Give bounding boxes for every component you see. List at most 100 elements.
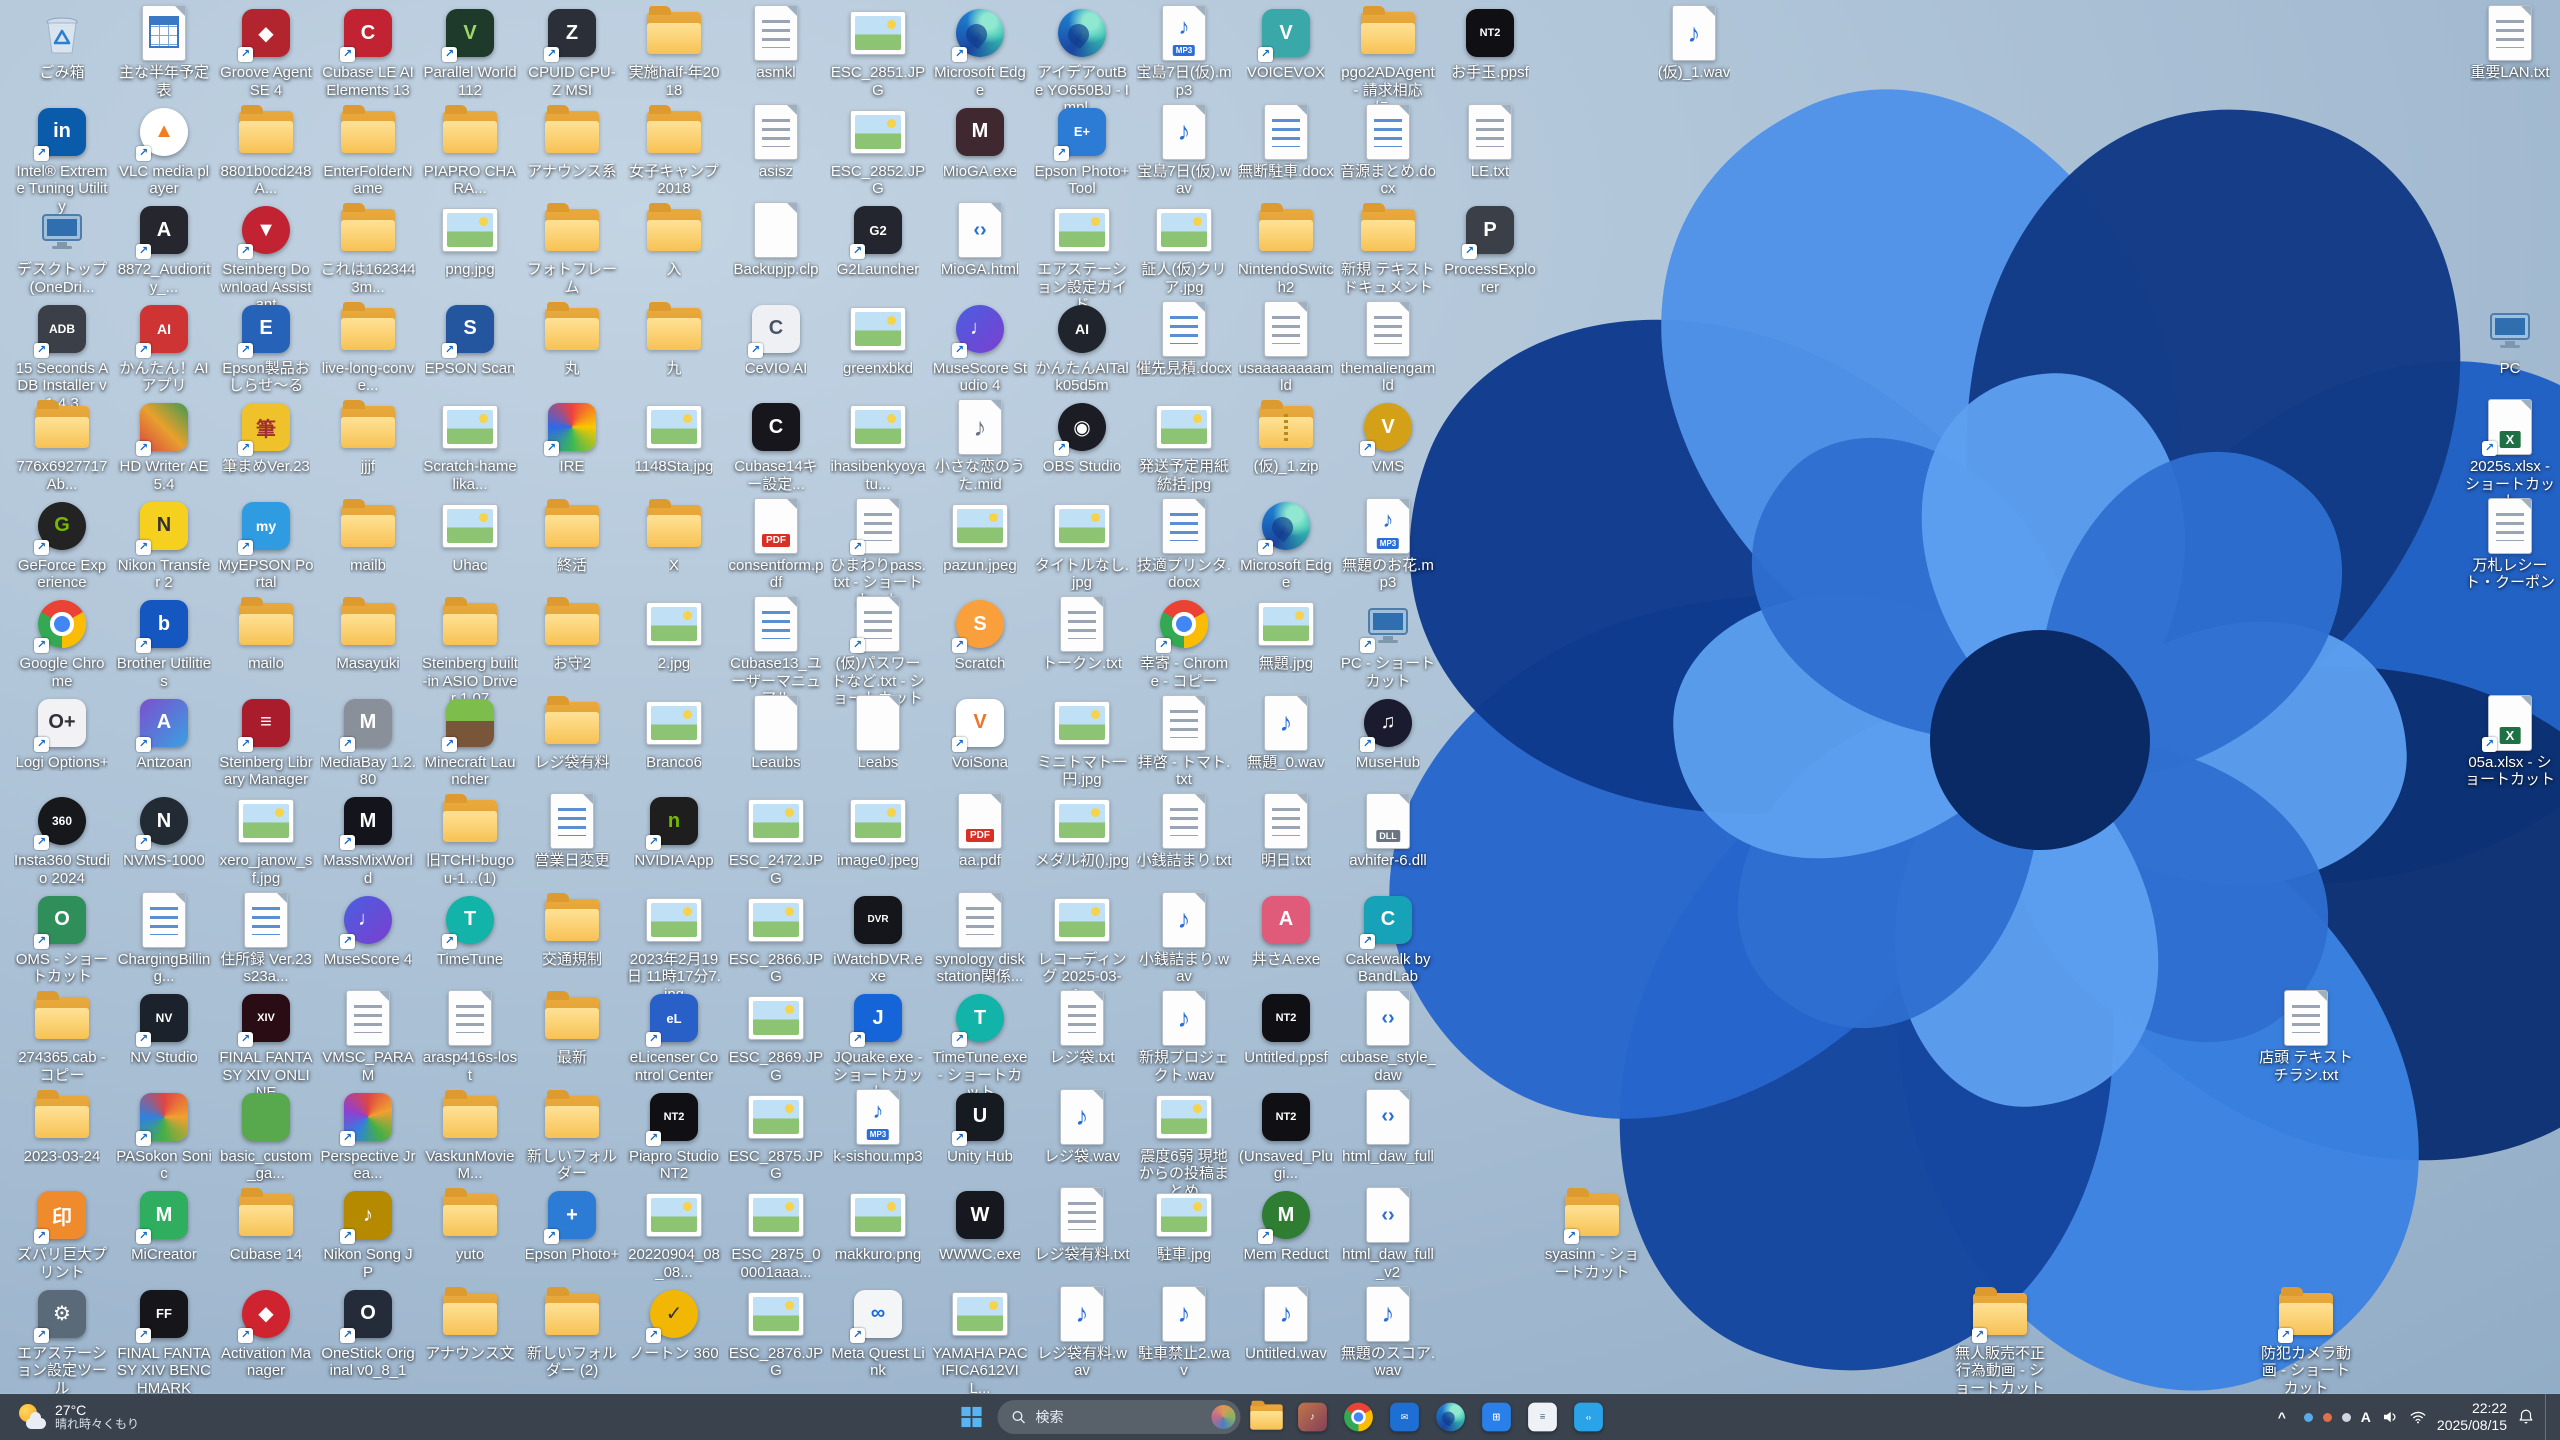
desktop-icon[interactable]: Leabs [830,694,926,772]
desktop-icon[interactable]: トークン.txt [1034,595,1130,673]
desktop-icon[interactable]: b ↗ Brother Utilities [116,595,212,690]
desktop-icon[interactable]: N ↗ NVMS-1000 [116,792,212,870]
desktop-icon[interactable]: 筆 ↗ 筆まめVer.23 [218,398,314,476]
desktop-icon[interactable]: ESC_2866.JPG [728,891,824,986]
desktop-icon[interactable]: consentform.pdf [728,497,824,592]
desktop-icon[interactable]: 万札レシート・クーポン [2462,497,2558,592]
notifications-button[interactable] [2517,1408,2535,1426]
desktop-icon[interactable]: ◆ ↗ Groove Agent SE 4 [218,4,314,99]
desktop-icon[interactable]: 新しいフォルダー [524,1088,620,1183]
desktop-icon[interactable]: お守2 [524,595,620,673]
desktop-icon[interactable]: ChargingBilling... [116,891,212,986]
desktop-icon[interactable]: W WWWC.exe [932,1186,1028,1264]
desktop-icon[interactable]: asmkl [728,4,824,82]
desktop-icon[interactable]: png.jpg [422,201,518,279]
desktop-icon[interactable]: ▼↗Steinberg Download Assistant [218,201,314,314]
desktop-icon[interactable]: 無題.jpg [1238,595,1334,673]
taskbar-app-file-explorer[interactable] [1247,1397,1287,1437]
desktop-icon[interactable]: VMSC_PARAM [320,989,416,1084]
desktop-icon[interactable]: Steinberg built-in ASIO Driver 1.07 [422,595,518,708]
desktop-icon[interactable]: ♫ ↗ MuseHub [1340,694,1436,772]
desktop-icon[interactable]: ≡ ↗ Steinberg Library Manager [218,694,314,789]
desktop-icon[interactable]: AI ↗ かんたん！AIアプリ [116,300,212,395]
desktop-icon[interactable]: ↗2025s.xlsx - ショートカット [2462,398,2558,511]
desktop-icon[interactable]: 8801b0cd248A... [218,103,314,198]
desktop-icon[interactable]: 技適プリンタ.docx [1136,497,1232,592]
taskbar-app-vscode[interactable]: ‹› [1569,1397,1609,1437]
show-desktop-button[interactable] [2545,1394,2552,1440]
tray-volume[interactable] [2381,1408,2399,1426]
desktop-icon[interactable]: LE.txt [1442,103,1538,181]
desktop-icon[interactable]: ♩ ↗ MuseScore Studio 4 [932,300,1028,395]
desktop-icon[interactable]: 終活 [524,497,620,575]
desktop-icon[interactable]: NV ↗ NV Studio [116,989,212,1067]
desktop-icon[interactable]: my ↗ MyEPSON Portal [218,497,314,592]
desktop-icon[interactable]: E ↗ Epson製品おしらせ〜る [218,300,314,395]
desktop-icon[interactable]: 小銭詰まり.wav [1136,891,1232,986]
desktop-icon[interactable]: Untitled.wav [1238,1285,1334,1363]
desktop-icon[interactable]: アナウンス文 [422,1285,518,1363]
desktop-icon[interactable]: ADB ↗ 15 Seconds ADB Installer v1.4.3 [14,300,110,413]
desktop-icon[interactable]: V ↗ VOICEVOX [1238,4,1334,82]
desktop-icon[interactable]: レジ袋有料.txt [1034,1186,1130,1264]
desktop-icon[interactable]: 2023年2月19日 11時17分7.jpg [626,891,722,1004]
desktop-icon[interactable]: N ↗ Nikon Transfer 2 [116,497,212,592]
desktop-icon[interactable]: ▲ ↗ VLC media player [116,103,212,198]
desktop-icon[interactable]: 無題_0.wav [1238,694,1334,772]
desktop-icon[interactable]: ↗ Google Chrome [14,595,110,690]
desktop-icon[interactable]: MP3k-sishou.mp3 [830,1088,926,1166]
desktop-icon[interactable]: 店頭 テキスト チラシ.txt [2258,989,2354,1084]
desktop-icon[interactable]: ihasibenkyoyatu... [830,398,926,493]
desktop-icon[interactable]: 最新 [524,989,620,1067]
desktop-icon[interactable]: ↗ひまわりpass.txt - ショートカット [830,497,926,610]
desktop-icon[interactable]: これは1623443m... [320,201,416,296]
hidden-icons-button[interactable]: ^ [2270,1397,2294,1437]
desktop-icon[interactable]: ESC_2472.JPG [728,792,824,887]
desktop-icon[interactable]: NT2 Untitled.ppsf [1238,989,1334,1067]
desktop-icon[interactable]: greenxbkd [830,300,926,378]
desktop-icon[interactable]: asisz [728,103,824,181]
desktop-icon[interactable]: 印 ↗ ズバリ巨大プリント [14,1186,110,1281]
desktop-icon[interactable]: 九 [626,300,722,378]
desktop-icon[interactable]: O ↗ OMS - ショートカット [14,891,110,986]
desktop-icon[interactable]: A ↗ 8872_Audiority_... [116,201,212,296]
tray-tray-app-blue[interactable] [2303,1412,2313,1422]
tray-tray-app-gray[interactable] [2341,1412,2351,1422]
desktop-icon[interactable]: 新規プロジェクト.wav [1136,989,1232,1084]
desktop-icon[interactable]: html_daw_full [1340,1088,1436,1166]
desktop-icon[interactable]: (仮)_1.zip [1238,398,1334,476]
desktop-icon[interactable]: 主な半年予定表 [116,4,212,99]
desktop-icon[interactable]: MP3宝島7日(仮).mp3 [1136,4,1232,99]
desktop-icon[interactable]: 催先見積.docx [1136,300,1232,378]
desktop-icon[interactable]: C ↗ Cubase LE AI Elements 13 [320,4,416,99]
desktop-icon[interactable]: Z ↗ CPUID CPU-Z MSI [524,4,620,99]
desktop-icon[interactable]: 20220904_08_08... [626,1186,722,1281]
desktop-icon[interactable]: ESC_2876.JPG [728,1285,824,1380]
desktop-icon[interactable]: NT2 ↗ Piapro Studio NT2 [626,1088,722,1183]
desktop-icon[interactable]: PIAPRO CHARA... [422,103,518,198]
desktop-icon[interactable]: 宝島7日(仮).wav [1136,103,1232,198]
desktop-icon[interactable]: Cubase13_ユーザーマニュアル [728,595,824,708]
desktop-icon[interactable]: 小銭詰まり.txt [1136,792,1232,870]
desktop-icon[interactable]: 女子キャンプ2018 [626,103,722,198]
desktop-icon[interactable]: in ↗ Intel® Extreme Tuning Utility [14,103,110,216]
desktop-icon[interactable]: eL ↗ eLicenser Control Center [626,989,722,1084]
desktop-icon[interactable]: ♪ ↗ Nikon Song JP [320,1186,416,1281]
desktop-icon[interactable]: 震度6弱 現地からの投稿まとめ [1136,1088,1232,1201]
desktop-icon[interactable]: 発送予定用紙統括.jpg [1136,398,1232,493]
desktop-icon[interactable]: ↗ Microsoft Edge [1238,497,1334,592]
desktop-icon[interactable]: ↗ HD Writer AE 5.4 [116,398,212,493]
desktop-icon[interactable]: ESC_2875.JPG [728,1088,824,1183]
desktop-icon[interactable]: Cubase 14 [218,1186,314,1264]
desktop-icon[interactable]: (仮)_1.wav [1646,4,1742,82]
desktop-icon[interactable]: 360 ↗ Insta360 Studio 2024 [14,792,110,887]
desktop-icon[interactable]: 無断駐車.docx [1238,103,1334,181]
desktop-icon[interactable]: 小さな恋のうた.mid [932,398,1028,493]
desktop-icon[interactable]: タイトルなし.jpg [1034,497,1130,592]
desktop-icon[interactable]: ✓ ↗ ノートン 360 [626,1285,722,1363]
start-button[interactable] [952,1397,992,1437]
desktop-icon[interactable]: 住所録 Ver.23s23a... [218,891,314,986]
desktop-icon[interactable]: 無題のスコア.wav [1340,1285,1436,1380]
desktop-icon[interactable]: V ↗ VMS [1340,398,1436,476]
desktop-icon[interactable]: ESC_2852.JPG [830,103,926,198]
